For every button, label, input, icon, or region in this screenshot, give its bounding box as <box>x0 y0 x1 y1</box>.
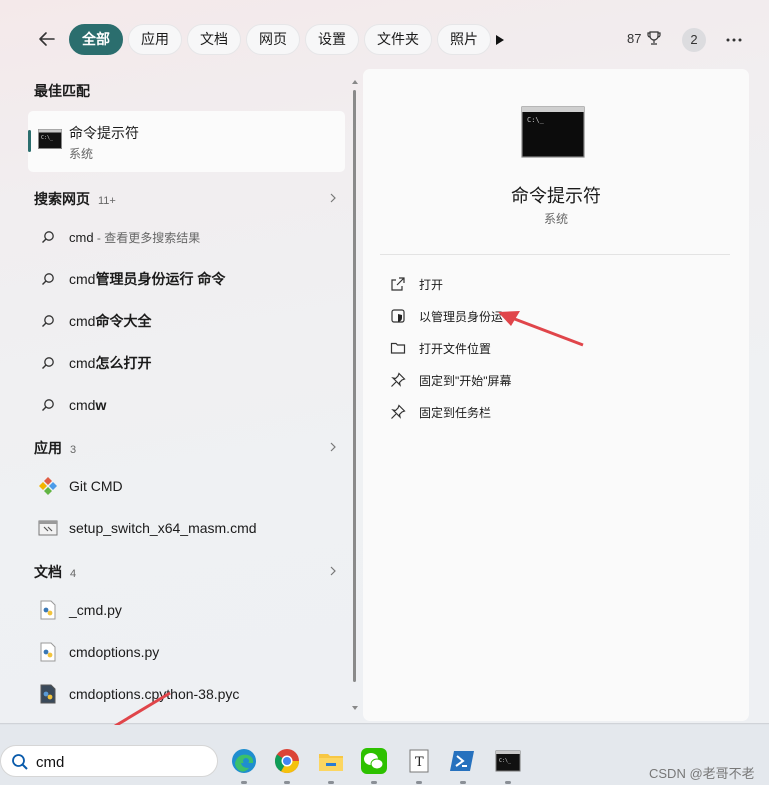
chrome-icon[interactable] <box>273 747 301 775</box>
powershell-icon[interactable] <box>449 747 477 775</box>
running-indicator <box>416 781 422 784</box>
svg-text:T: T <box>415 755 424 770</box>
running-indicator <box>371 781 377 784</box>
typora-icon[interactable]: T <box>405 747 433 775</box>
search-input[interactable] <box>36 752 206 772</box>
annotation-arrows <box>68 311 584 755</box>
file-explorer-icon[interactable] <box>317 747 345 775</box>
taskbar-search-box[interactable] <box>0 745 218 777</box>
taskbar: T C:\_ CSDN @老哥不老 <box>0 725 769 785</box>
watermark-text: CSDN @老哥不老 <box>649 766 755 781</box>
running-indicator <box>284 781 290 784</box>
running-indicator <box>505 781 511 784</box>
terminal-icon[interactable]: C:\_ <box>494 747 522 775</box>
edge-icon[interactable] <box>230 747 258 775</box>
red-arrow-to-admin <box>498 311 584 347</box>
wechat-icon[interactable] <box>360 747 388 775</box>
svg-text:C:\_: C:\_ <box>499 758 512 764</box>
search-icon <box>11 753 29 771</box>
running-indicator <box>241 781 247 784</box>
running-indicator <box>460 781 466 784</box>
running-indicator <box>328 781 334 784</box>
